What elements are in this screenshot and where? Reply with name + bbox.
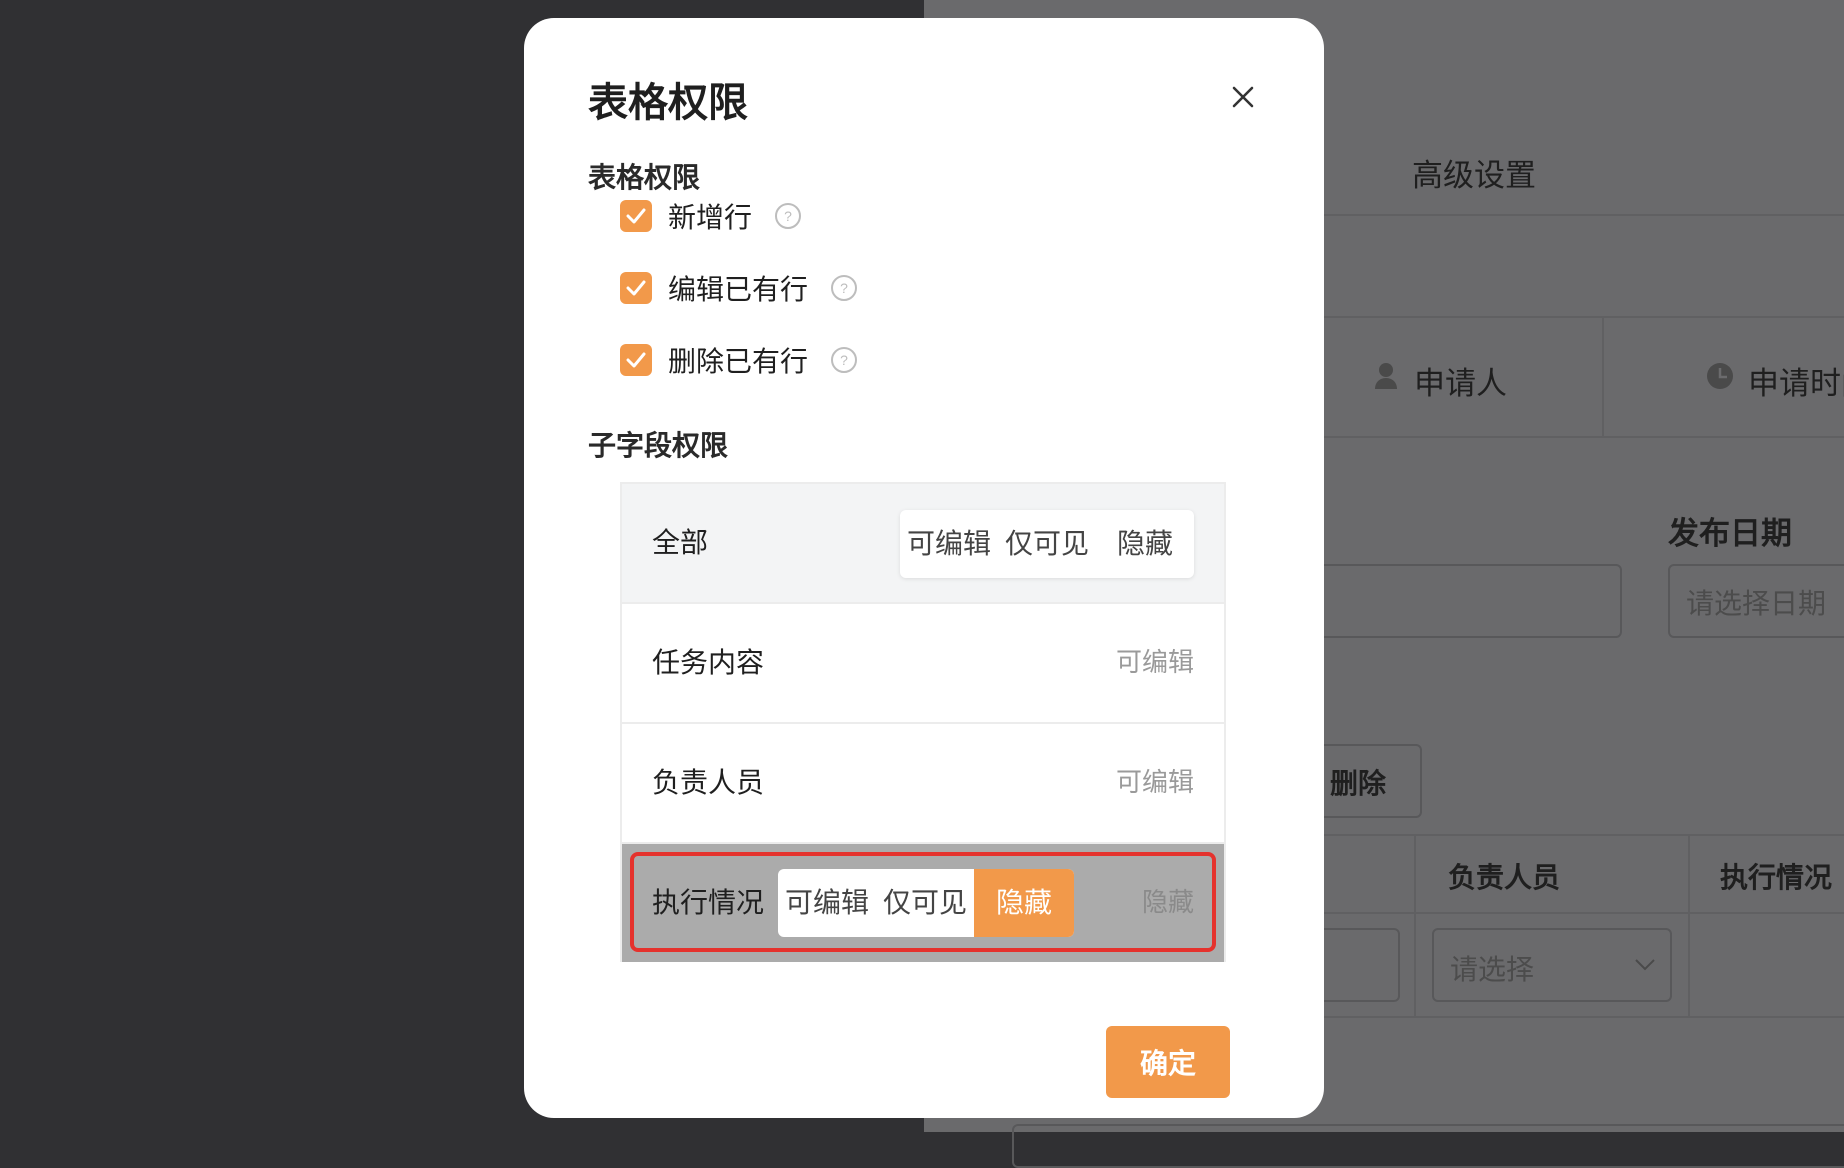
perm-add-row: 新增行 ? (620, 196, 802, 236)
close-icon (1232, 86, 1254, 108)
select-placeholder: 请选择 (1450, 953, 1535, 986)
delete-button-label: 删除 (1330, 767, 1387, 800)
svg-text:?: ? (784, 208, 792, 224)
help-icon[interactable]: ? (830, 274, 858, 302)
publish-date-label: 发布日期 (1668, 516, 1792, 552)
delete-row-checkbox[interactable] (620, 344, 652, 376)
perm-label: 新增行 (668, 201, 753, 234)
field-name: 负责人员 (652, 766, 765, 799)
table-header-status: 执行情况 (1720, 861, 1833, 894)
table-permissions-heading: 表格权限 (588, 161, 701, 194)
check-icon (626, 280, 646, 296)
bg-divider (1688, 834, 1690, 1016)
bg-divider (1602, 316, 1604, 436)
field-permission-status: 可编辑 (1115, 768, 1194, 798)
permission-segmented-control: 可编辑 仅可见 隐藏 (900, 510, 1194, 578)
close-button[interactable] (1220, 74, 1266, 120)
bg-divider (1324, 912, 1844, 914)
column-apply-time: 申请时间 (1748, 366, 1844, 402)
confirm-button[interactable]: 确定 (1106, 1026, 1230, 1098)
field-row-execution-status[interactable]: 执行情况 可编辑 仅可见 隐藏 隐藏 (622, 844, 1224, 962)
user-icon (1375, 363, 1397, 389)
chevron-down-icon (1635, 959, 1655, 971)
column-applicant: 申请人 (1414, 366, 1507, 402)
bg-divider (1324, 834, 1844, 836)
bg-divider (1324, 214, 1844, 216)
field-permission-status: 可编辑 (1115, 648, 1194, 678)
subfield-permissions-heading: 子字段权限 (588, 429, 729, 462)
tab-advanced-settings: 高级设置 (1412, 158, 1536, 194)
bg-bottom-box (1012, 1124, 1844, 1168)
bg-divider (1324, 1016, 1844, 1018)
svg-text:?: ? (840, 352, 848, 368)
check-icon (626, 208, 646, 224)
field-row-owner[interactable]: 负责人员 可编辑 (622, 724, 1224, 844)
perm-edit-row: 编辑已有行 ? (620, 268, 858, 308)
svg-text:?: ? (840, 280, 848, 296)
add-row-checkbox[interactable] (620, 200, 652, 232)
clock-icon (1707, 363, 1733, 389)
perm-label: 删除已有行 (668, 345, 809, 378)
bg-divider (1324, 316, 1844, 318)
table-header-owner: 负责人员 (1448, 861, 1561, 894)
subfield-table: 全部 可编辑 仅可见 隐藏 任务内容 可编辑 负责人员 可编辑 执行情况 可编辑… (620, 482, 1226, 962)
edit-row-checkbox[interactable] (620, 272, 652, 304)
perm-label: 编辑已有行 (668, 273, 809, 306)
bg-divider (1414, 834, 1416, 1016)
date-placeholder: 请选择日期 (1686, 587, 1827, 620)
table-permissions-dialog: 表格权限 表格权限 新增行 ? 编辑已有行 ? 删除已有行 ? 子字段权限 全部 (524, 18, 1324, 1118)
perm-delete-row: 删除已有行 ? (620, 340, 858, 380)
option-hidden[interactable]: 隐藏 (1096, 510, 1194, 578)
help-icon[interactable]: ? (774, 202, 802, 230)
option-view-only[interactable]: 仅可见 (998, 510, 1096, 578)
field-name: 任务内容 (652, 646, 765, 679)
field-name: 全部 (652, 526, 709, 559)
highlight-annotation (630, 852, 1216, 952)
field-row-task-content[interactable]: 任务内容 可编辑 (622, 604, 1224, 724)
help-icon[interactable]: ? (830, 346, 858, 374)
check-icon (626, 352, 646, 368)
dialog-title: 表格权限 (588, 80, 748, 126)
field-row-all: 全部 可编辑 仅可见 隐藏 (622, 484, 1224, 604)
bg-divider (1324, 436, 1844, 438)
option-editable[interactable]: 可编辑 (900, 510, 998, 578)
